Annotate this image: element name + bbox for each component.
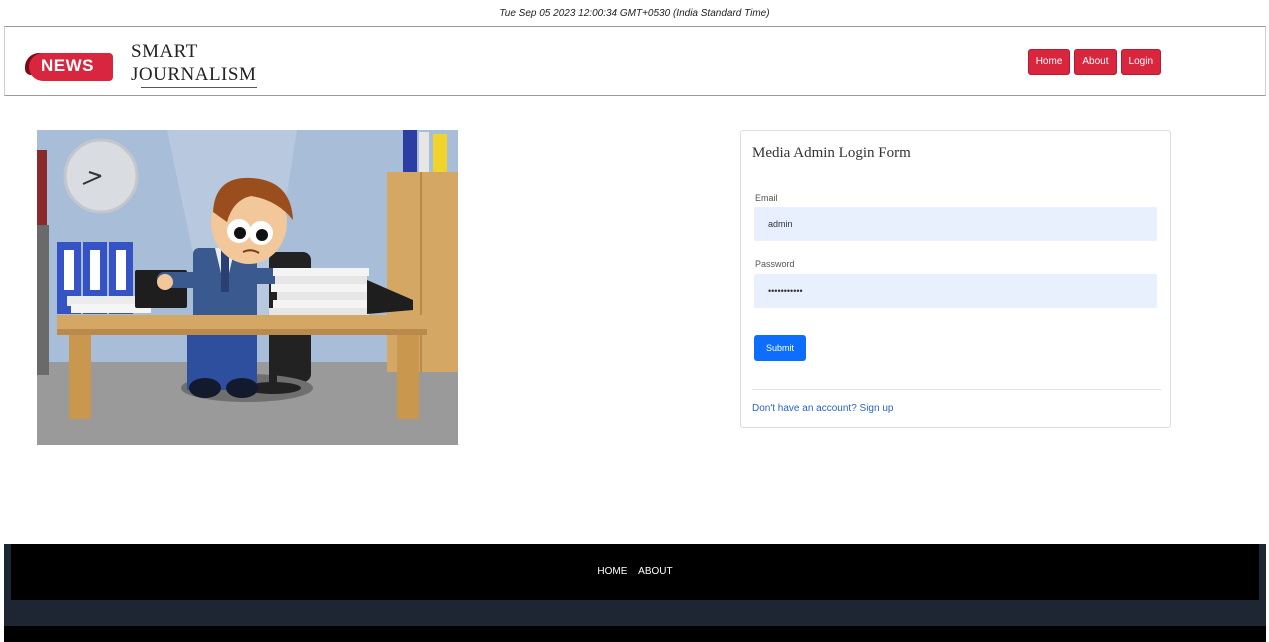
password-label: Password bbox=[755, 259, 795, 269]
brand-line-1: SMART bbox=[131, 41, 198, 62]
footer-copyright-bar bbox=[4, 626, 1266, 642]
email-field[interactable]: admin bbox=[754, 207, 1157, 241]
footer-nav-bar: HOME ABOUT bbox=[11, 544, 1259, 600]
email-label: Email bbox=[755, 193, 778, 203]
home-button[interactable]: Home bbox=[1027, 49, 1071, 75]
news-badge: NEWS bbox=[23, 53, 115, 81]
datetime-text: Tue Sep 05 2023 12:00:34 GMT+0530 (India… bbox=[499, 8, 770, 19]
office-illustration-svg bbox=[37, 130, 458, 445]
office-worker-illustration bbox=[37, 130, 458, 445]
main-nav: Home About Login bbox=[1027, 49, 1161, 75]
footer-links: HOME ABOUT bbox=[11, 566, 1259, 577]
site-logo[interactable]: NEWS SMART JOURNALISM bbox=[23, 37, 263, 89]
login-button[interactable]: Login bbox=[1120, 49, 1161, 75]
footer-home-link[interactable]: HOME bbox=[597, 566, 627, 577]
footer-about-link[interactable]: ABOUT bbox=[638, 566, 672, 577]
brand-line-2: JOURNALISM bbox=[131, 64, 257, 85]
site-header: NEWS SMART JOURNALISM Home About Login bbox=[4, 26, 1266, 96]
signup-link[interactable]: Don't have an account? Sign up bbox=[752, 403, 893, 414]
brand-underline bbox=[141, 87, 257, 88]
login-form: Media Admin Login Form Email admin Passw… bbox=[740, 130, 1171, 428]
password-field[interactable]: ••••••••••• bbox=[754, 274, 1157, 308]
about-button[interactable]: About bbox=[1074, 49, 1117, 75]
login-form-title: Media Admin Login Form bbox=[752, 145, 911, 161]
submit-button[interactable]: Submit bbox=[754, 335, 806, 361]
form-divider bbox=[752, 389, 1161, 390]
site-footer: HOME ABOUT bbox=[4, 544, 1266, 642]
news-badge-text: NEWS bbox=[41, 56, 94, 75]
